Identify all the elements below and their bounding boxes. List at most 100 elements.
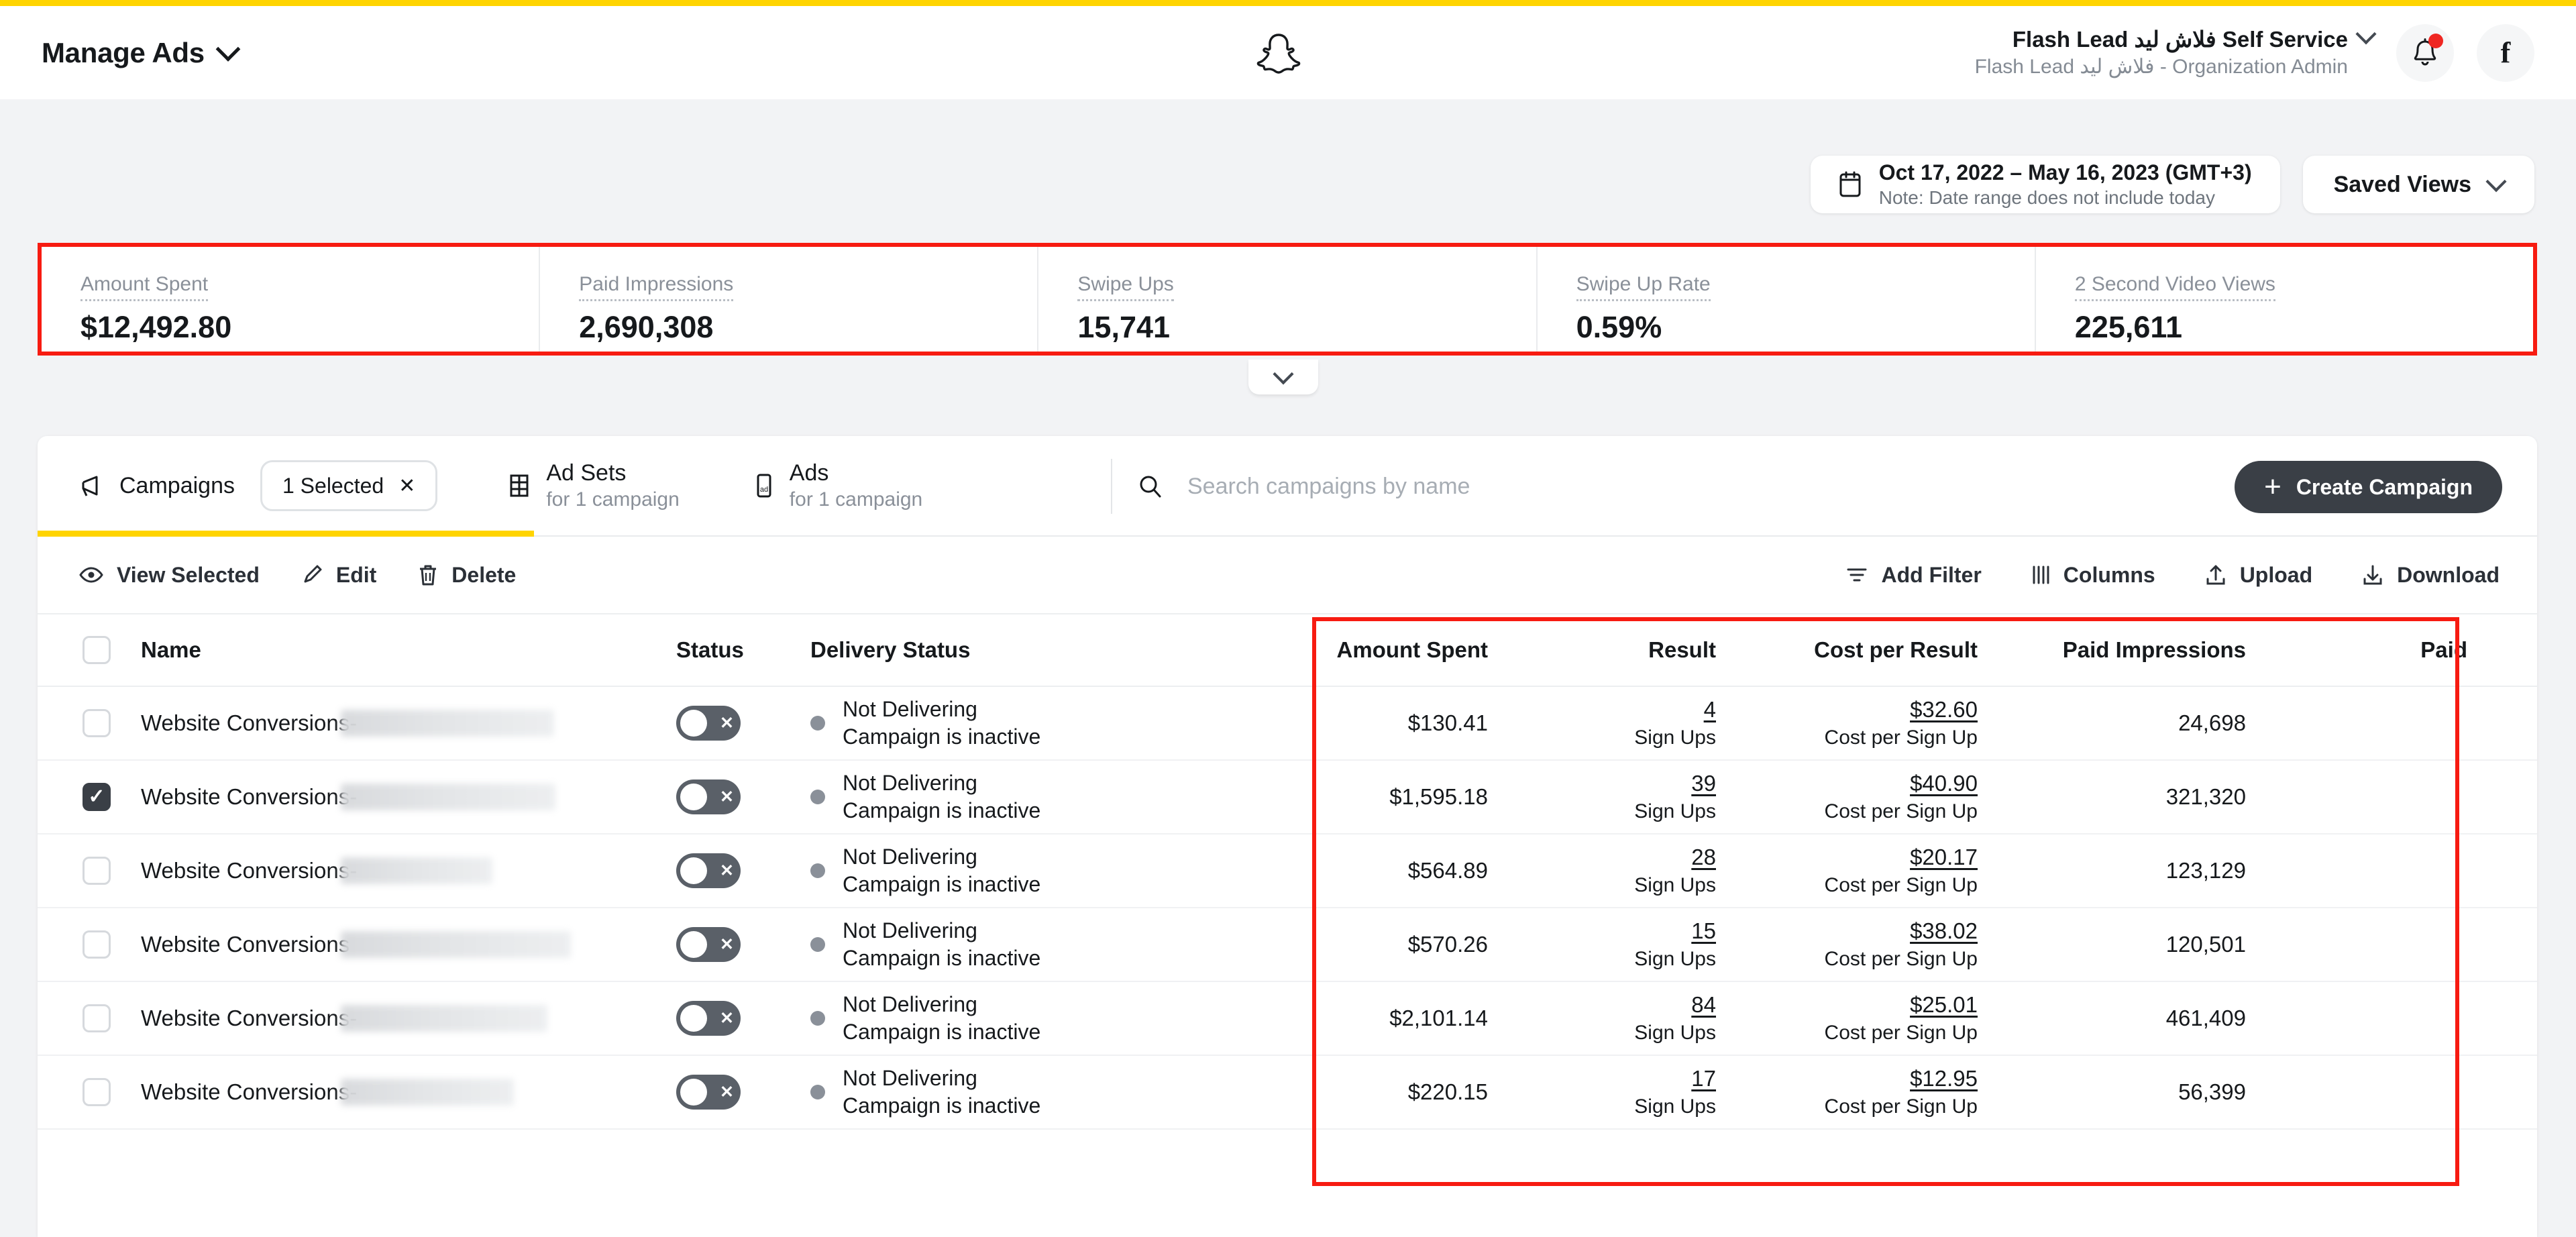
columns-button[interactable]: Columns (2031, 563, 2155, 588)
header-paid-partial[interactable]: Paid (2246, 637, 2474, 663)
row-checkbox[interactable] (83, 1078, 111, 1106)
table-row[interactable]: Website Conversions- ✕ Not Delivering Campa… (38, 687, 2537, 761)
result-value[interactable]: 84 (1691, 992, 1716, 1018)
upload-button[interactable]: Upload (2205, 563, 2312, 588)
view-selected-button[interactable]: View Selected (79, 563, 260, 588)
header-status[interactable]: Status (676, 637, 810, 663)
row-name-cell[interactable]: Website Conversions- (126, 1005, 676, 1032)
header-paid-impressions[interactable]: Paid Impressions (1978, 637, 2246, 663)
download-button[interactable]: Download (2362, 563, 2500, 588)
entity-tabs: Campaigns 1 Selected ✕ Ad Sets for 1 cam… (38, 436, 2537, 537)
search-input[interactable] (1187, 473, 1992, 500)
header-result[interactable]: Result (1488, 637, 1716, 663)
row-paid-impressions-cell: 24,698 (1978, 710, 2246, 736)
result-value[interactable]: 4 (1704, 697, 1716, 722)
kpi-card[interactable]: Swipe Ups 15,741 (1038, 247, 1538, 352)
cost-per-result-value[interactable]: $20.17 (1910, 845, 1978, 870)
kpi-card[interactable]: Amount Spent $12,492.80 (42, 247, 541, 352)
table-row[interactable]: ✓ Website Conversions- ✕ Not Delivering Camp… (38, 761, 2537, 835)
cost-per-result-value[interactable]: $25.01 (1910, 992, 1978, 1018)
table-row[interactable]: Website Conversions- ✕ Not Delivering Campa… (38, 982, 2537, 1056)
status-toggle[interactable]: ✕ (676, 1001, 741, 1036)
table-row[interactable]: Website Conversions- ✕ Not Delivering Campa… (38, 1056, 2537, 1130)
header-delivery-label: Delivery Status (810, 637, 971, 662)
row-status-cell: ✕ (676, 779, 810, 814)
close-icon[interactable]: ✕ (398, 474, 415, 498)
row-name-cell[interactable]: Website Conversions- (126, 784, 676, 810)
delivery-status: Not Delivering (843, 697, 977, 722)
header-name[interactable]: Name (126, 637, 676, 663)
table-row[interactable]: Website Conversions ✕ Not Delivering Campai… (38, 908, 2537, 982)
kpi-label: Amount Spent (80, 273, 209, 301)
header-cost-per-result[interactable]: Cost per Result (1716, 637, 1978, 663)
campaigns-panel: Campaigns 1 Selected ✕ Ad Sets for 1 cam… (38, 436, 2537, 1237)
paid-impressions-value: 123,129 (2165, 858, 2246, 883)
header-paid-impressions-label: Paid Impressions (2062, 637, 2246, 662)
status-toggle[interactable]: ✕ (676, 706, 741, 741)
row-checkbox[interactable] (83, 709, 111, 737)
kpi-card[interactable]: Paid Impressions 2,690,308 (540, 247, 1039, 352)
result-value[interactable]: 28 (1691, 845, 1716, 870)
campaign-name: Website Conversions (141, 932, 350, 957)
status-toggle[interactable]: ✕ (676, 1075, 741, 1110)
kpi-card[interactable]: 2 Second Video Views 225,611 (2036, 247, 2533, 352)
collapse-kpi-button[interactable] (1248, 360, 1318, 394)
select-all-checkbox[interactable] (83, 636, 111, 664)
row-checkbox[interactable] (83, 1004, 111, 1032)
row-name-cell[interactable]: Website Conversions- (126, 710, 676, 737)
selected-count-chip[interactable]: 1 Selected ✕ (260, 460, 438, 511)
tab-campaigns[interactable]: Campaigns (79, 436, 235, 536)
tab-ads[interactable]: ad Ads for 1 campaign (753, 436, 922, 536)
row-checkbox[interactable] (83, 857, 111, 885)
cost-per-result-value[interactable]: $32.60 (1910, 697, 1978, 722)
account-switcher[interactable]: Flash Lead فلاش ليد Self Service Flash L… (1975, 23, 2377, 79)
row-name-cell[interactable]: Website Conversions (126, 931, 676, 958)
result-value[interactable]: 15 (1691, 918, 1716, 944)
row-select-cell (67, 857, 126, 885)
amount-spent-value: $564.89 (1407, 858, 1488, 883)
table-actions-toolbar: View Selected Edit Delete Add Filter Col… (38, 537, 2537, 614)
create-campaign-button[interactable]: + Create Campaign (2235, 461, 2502, 513)
amount-spent-value: $130.41 (1407, 710, 1488, 735)
header-delivery-status[interactable]: Delivery Status (810, 637, 1267, 663)
cost-per-result-value[interactable]: $40.90 (1910, 771, 1978, 796)
header-amount-spent[interactable]: Amount Spent (1267, 637, 1488, 663)
row-name-cell[interactable]: Website Conversions- (126, 1079, 676, 1106)
facebook-icon: f (2500, 36, 2511, 69)
table-row[interactable]: Website Conversions- ✕ Not Delivering Campa… (38, 835, 2537, 908)
snapchat-ghost-logo[interactable] (1254, 29, 1303, 77)
result-value[interactable]: 17 (1691, 1066, 1716, 1091)
facebook-link-button[interactable]: f (2477, 23, 2534, 82)
date-range-picker[interactable]: Oct 17, 2022 – May 16, 2023 (GMT+3) Note… (1810, 156, 2280, 213)
saved-views-button[interactable]: Saved Views (2302, 156, 2534, 213)
manage-ads-menu[interactable]: Manage Ads (42, 36, 241, 69)
status-toggle[interactable]: ✕ (676, 853, 741, 888)
delivery-reason: Campaign is inactive (843, 946, 1041, 970)
account-text: Flash Lead فلاش ليد Self Service Flash L… (1975, 25, 2348, 79)
date-text-block: Oct 17, 2022 – May 16, 2023 (GMT+3) Note… (1879, 159, 2252, 210)
notifications-button[interactable] (2396, 23, 2454, 82)
status-toggle[interactable]: ✕ (676, 779, 741, 814)
row-select-cell (67, 709, 126, 737)
result-value[interactable]: 39 (1691, 771, 1716, 796)
delivery-status: Not Delivering (843, 992, 977, 1017)
row-name-cell[interactable]: Website Conversions- (126, 857, 676, 884)
tab-ad-sets[interactable]: Ad Sets for 1 campaign (507, 436, 680, 536)
kpi-card[interactable]: Swipe Up Rate 0.59% (1538, 247, 2036, 352)
row-checkbox[interactable] (83, 930, 111, 959)
status-dot-icon (810, 716, 825, 731)
delete-button[interactable]: Delete (418, 563, 516, 588)
cost-per-result-value[interactable]: $38.02 (1910, 918, 1978, 944)
cost-per-result-value[interactable]: $12.95 (1910, 1066, 1978, 1091)
add-filter-label: Add Filter (1881, 562, 1982, 587)
ads-manager-page: Manage Ads Flash Lead فلاش ليد Self Serv… (0, 0, 2576, 1237)
search-icon[interactable] (1138, 474, 1163, 499)
row-checkbox[interactable]: ✓ (83, 783, 111, 811)
add-filter-button[interactable]: Add Filter (1846, 562, 1982, 588)
close-icon: ✕ (720, 713, 734, 733)
edit-button[interactable]: Edit (301, 563, 376, 588)
row-paid-impressions-cell: 123,129 (1978, 858, 2246, 883)
adsets-grid-icon (510, 474, 529, 497)
header-amount-spent-label: Amount Spent (1336, 637, 1488, 662)
status-toggle[interactable]: ✕ (676, 927, 741, 962)
